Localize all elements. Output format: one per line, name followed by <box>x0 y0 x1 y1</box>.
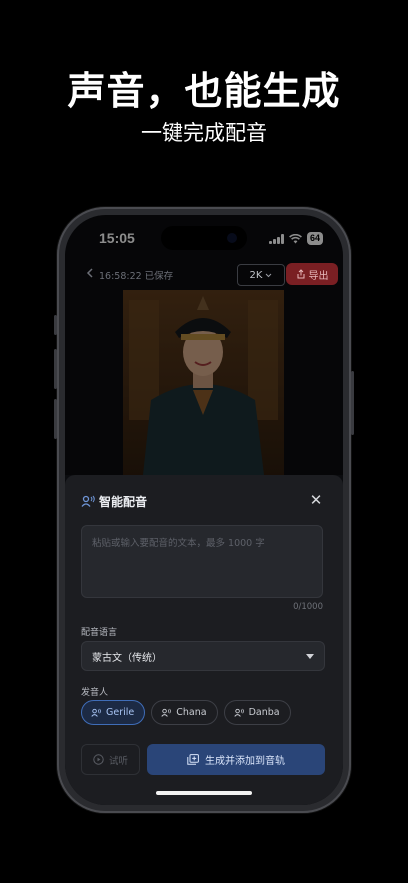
app-screen: 15:05 64 16:58:22 已保存 2K 导出 智能配音 ✕ 粘贴或输入… <box>65 215 343 805</box>
add-to-track-icon <box>187 754 199 765</box>
resolution-label: 2K <box>249 269 263 281</box>
phone-power-button <box>351 371 354 435</box>
speaker-name: Gerile <box>106 707 135 718</box>
saved-status: 16:58:22 已保存 <box>99 271 174 282</box>
dropdown-caret-icon <box>306 653 314 659</box>
hero-subtitle: 一键完成配音 <box>141 121 267 145</box>
speaker-name: Danba <box>248 707 280 718</box>
speaker-label: 发音人 <box>81 688 109 698</box>
back-icon[interactable] <box>83 266 97 280</box>
phone-action-button <box>54 315 57 335</box>
dubbing-text-input[interactable]: 粘贴或输入要配音的文本，最多 1000 字 <box>81 525 323 598</box>
share-icon <box>297 269 304 279</box>
phone-volume-down <box>54 399 57 439</box>
voice-person-icon <box>233 708 244 717</box>
voice-person-icon <box>81 495 95 507</box>
generate-label: 生成并添加到音轨 <box>205 756 285 767</box>
hero-title: 声音，也能生成 <box>67 69 341 113</box>
language-select[interactable]: 蒙古文（传统） <box>81 641 325 671</box>
speaker-chip-danba[interactable]: Danba <box>223 700 291 725</box>
phone-frame: 15:05 64 16:58:22 已保存 2K 导出 智能配音 ✕ 粘贴或输入… <box>54 207 354 813</box>
speaker-chip-group: Gerile Chana Danba <box>81 700 291 725</box>
close-icon[interactable]: ✕ <box>307 491 325 509</box>
smart-dubbing-sheet: 智能配音 ✕ 粘贴或输入要配音的文本，最多 1000 字 0/1000 配音语言… <box>65 475 343 805</box>
language-label: 配音语言 <box>81 628 118 638</box>
character-counter: 0/1000 <box>293 602 323 612</box>
speaker-chip-chana[interactable]: Chana <box>151 700 218 725</box>
voice-person-icon <box>91 708 101 717</box>
language-value: 蒙古文（传统） <box>92 652 162 664</box>
home-indicator[interactable] <box>156 791 252 795</box>
export-label: 导出 <box>308 270 329 282</box>
preview-label: 试听 <box>108 755 128 767</box>
export-button[interactable]: 导出 <box>286 263 338 285</box>
sheet-backdrop[interactable] <box>65 215 343 475</box>
chevron-down-icon <box>266 273 272 277</box>
preview-button[interactable]: 试听 <box>81 744 140 775</box>
phone-volume-up <box>54 349 57 389</box>
sheet-title: 智能配音 <box>99 495 148 509</box>
play-circle-icon <box>93 754 104 765</box>
generate-add-to-track-button[interactable]: 生成并添加到音轨 <box>147 744 325 775</box>
resolution-selector[interactable]: 2K <box>237 264 285 286</box>
speaker-chip-gerile[interactable]: Gerile <box>81 700 146 725</box>
speaker-name: Chana <box>176 707 207 718</box>
editor-top-bar: 16:58:22 已保存 2K 导出 <box>65 259 343 289</box>
voice-person-icon <box>161 708 172 717</box>
